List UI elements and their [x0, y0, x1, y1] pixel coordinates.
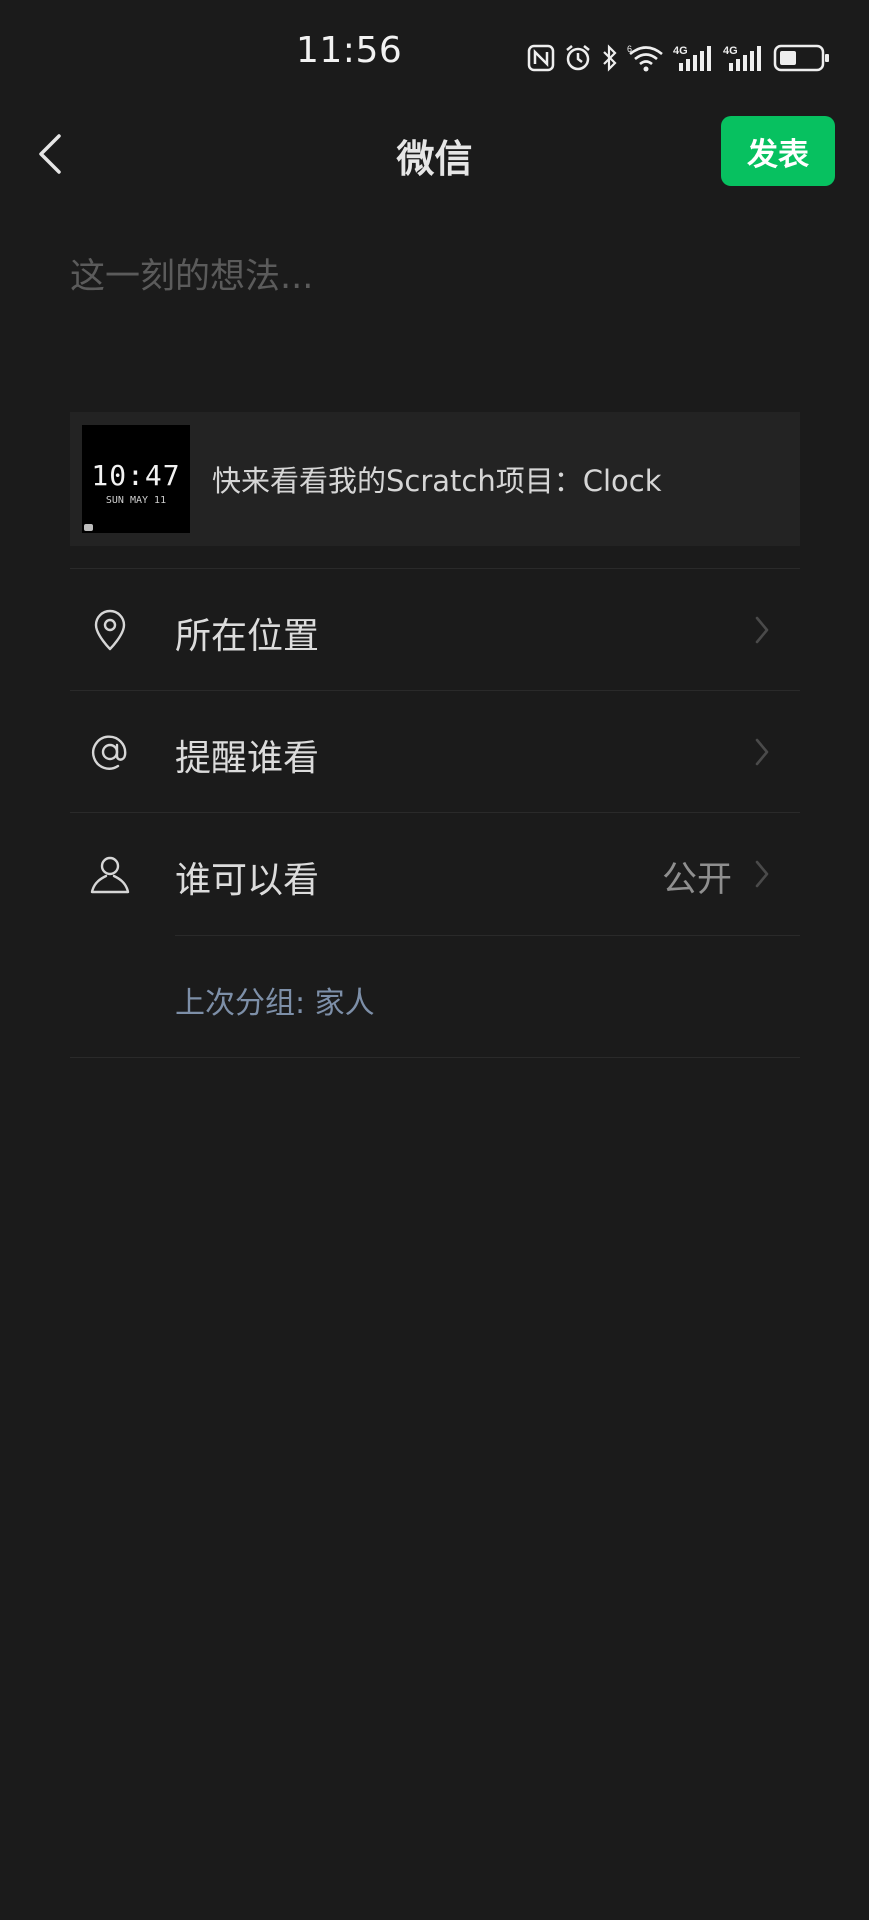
publish-button[interactable]: 发表	[721, 116, 835, 186]
chevron-right-icon	[755, 738, 769, 766]
chevron-right-icon	[755, 616, 769, 644]
share-thumbnail: 10:47 SUN MAY 11	[82, 425, 190, 533]
status-time: 11:56	[296, 30, 403, 71]
wifi-6-label: 6	[627, 44, 632, 54]
divider	[70, 1057, 800, 1058]
net-type-label: 4G	[723, 45, 738, 57]
location-row[interactable]: 所在位置	[70, 569, 800, 691]
nfc-icon	[527, 44, 555, 72]
alarm-icon	[566, 45, 590, 71]
visibility-row[interactable]: 谁可以看 公开	[70, 813, 800, 935]
nav-bar: 微信 发表	[0, 110, 869, 200]
shared-link-card[interactable]: 10:47 SUN MAY 11 快来看看我的Scratch项目：Clock	[70, 412, 800, 546]
location-pin-icon	[94, 609, 126, 651]
net-type-label: 4G	[673, 45, 688, 57]
visibility-label: 谁可以看	[175, 860, 320, 901]
user-icon	[90, 856, 130, 894]
status-icons: 6 4G 4G	[527, 40, 831, 76]
wifi-icon: 6	[627, 44, 663, 72]
thumbnail-dot	[84, 524, 93, 531]
signal-4g-icon: 4G	[673, 45, 711, 71]
location-label: 所在位置	[175, 616, 320, 657]
visibility-value: 公开	[661, 860, 732, 900]
last-group-hint[interactable]: 上次分组: 家人	[175, 978, 375, 1022]
thumbnail-clock-time: 10:47	[91, 459, 181, 492]
chevron-right-icon	[755, 860, 769, 888]
mention-label: 提醒谁看	[175, 738, 320, 779]
battery-icon	[773, 44, 829, 72]
thumbnail-clock-date: SUN MAY 11	[105, 495, 167, 506]
share-title: 快来看看我的Scratch项目：Clock	[212, 464, 662, 498]
divider	[175, 935, 800, 936]
mention-row[interactable]: 提醒谁看	[70, 691, 800, 813]
signal-4g-icon: 4G	[723, 45, 761, 71]
status-bar: 11:56 6 4G 4G	[0, 0, 869, 110]
moment-text-input[interactable]: 这一刻的想法...	[70, 248, 800, 328]
bluetooth-icon	[603, 44, 617, 72]
at-icon	[92, 735, 127, 770]
